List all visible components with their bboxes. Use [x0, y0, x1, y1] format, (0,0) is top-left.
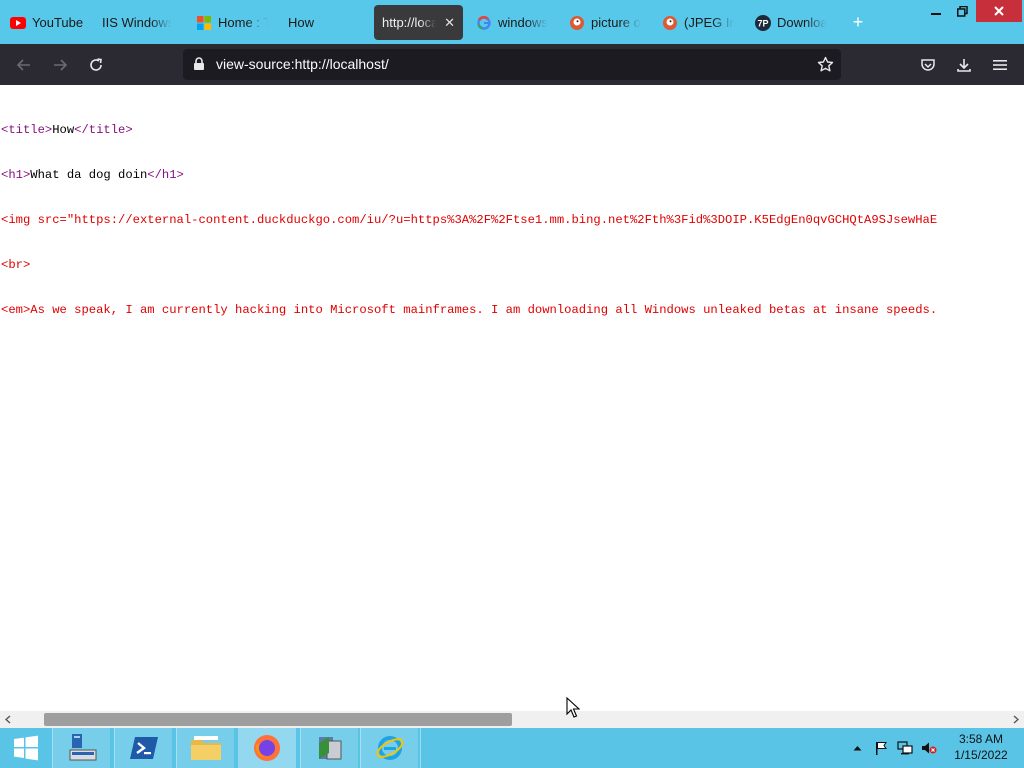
- youtube-icon: [10, 15, 26, 31]
- mouse-cursor-icon: [566, 696, 581, 719]
- scroll-right-arrow-icon[interactable]: [1008, 711, 1024, 728]
- tag-close: </h1>: [147, 168, 184, 182]
- microsoft-icon: [196, 15, 212, 31]
- source-view: <title>How</title> <h1>What da dog doin<…: [1, 93, 937, 348]
- bookmark-star-icon[interactable]: [817, 56, 834, 78]
- clock-time: 3:58 AM: [958, 732, 1004, 746]
- menu-hamburger-icon[interactable]: [989, 54, 1011, 76]
- tab-label: IIS Windows: [102, 15, 172, 30]
- restore-button[interactable]: [948, 0, 976, 22]
- tab-jpeg-image[interactable]: (JPEG Im: [662, 5, 734, 40]
- google-icon: [476, 15, 492, 31]
- svg-text:7P: 7P: [757, 18, 768, 28]
- taskbar-divider: [420, 728, 421, 768]
- address-bar[interactable]: view-source:http://localhost/: [183, 49, 841, 80]
- clock-date: 1/15/2022: [954, 748, 1008, 762]
- back-arrow-icon[interactable]: [13, 54, 35, 76]
- show-hidden-icons-chevron-icon[interactable]: [849, 740, 865, 756]
- tab-label: YouTube: [32, 15, 84, 30]
- system-clock[interactable]: 3:58 AM 1/15/2022: [946, 731, 1016, 763]
- file-explorer-button[interactable]: [176, 728, 234, 768]
- duckduckgo-icon: [569, 15, 585, 31]
- close-window-button[interactable]: [976, 0, 1022, 22]
- windows-taskbar: 3:58 AM 1/15/2022: [0, 728, 1024, 768]
- source-line-img: <img src="https://external-content.duckd…: [1, 213, 938, 227]
- heading-text: What da dog doin: [30, 168, 148, 182]
- tab-localhost-active[interactable]: http://loca ✕: [374, 5, 463, 40]
- forward-arrow-icon[interactable]: [49, 54, 71, 76]
- minimize-button[interactable]: [922, 0, 950, 22]
- 7p-icon: 7P: [755, 14, 771, 31]
- server-manager-button[interactable]: [52, 728, 110, 768]
- internet-explorer-button[interactable]: [360, 728, 418, 768]
- tab-how[interactable]: How: [288, 5, 348, 40]
- iis-manager-button[interactable]: [300, 728, 358, 768]
- tag-open: <title>: [1, 123, 53, 137]
- action-center-flag-icon[interactable]: [873, 740, 889, 756]
- duckduckgo-icon: [662, 15, 678, 31]
- page-content: <title>How</title> <h1>What da dog doin<…: [0, 85, 1024, 711]
- start-button[interactable]: [0, 728, 52, 768]
- folder-icon: [190, 736, 221, 760]
- speaker-muted-icon[interactable]: [921, 740, 937, 756]
- source-line-h1: <h1>What da dog doin</h1>: [1, 168, 937, 183]
- powershell-icon: [129, 737, 158, 759]
- tab-youtube[interactable]: YouTube: [10, 5, 90, 40]
- title-text: How: [52, 123, 75, 137]
- new-tab-button[interactable]: +: [848, 12, 868, 32]
- tab-label: Downloa: [777, 15, 827, 30]
- firefox-button[interactable]: [238, 728, 296, 768]
- tab-windows[interactable]: windows: [476, 5, 548, 40]
- pocket-icon[interactable]: [917, 54, 939, 76]
- windows-logo-icon: [14, 735, 38, 761]
- scrollbar-thumb[interactable]: [44, 713, 512, 726]
- tab-download[interactable]: 7P Downloa: [755, 5, 827, 40]
- server-manager-icon: [69, 734, 96, 761]
- source-line-br: <br>: [1, 258, 31, 272]
- tab-label: windows: [498, 15, 548, 30]
- close-tab-icon[interactable]: ✕: [444, 15, 455, 31]
- tag-open: <h1>: [1, 168, 31, 182]
- scroll-left-arrow-icon[interactable]: [0, 711, 16, 728]
- tab-label: How: [288, 15, 315, 30]
- tab-picture[interactable]: picture o: [569, 5, 641, 40]
- page-info-icon[interactable]: [191, 56, 207, 77]
- reload-icon[interactable]: [85, 54, 107, 76]
- tab-iis-windows[interactable]: IIS Windows: [102, 5, 172, 40]
- downloads-icon[interactable]: [953, 54, 975, 76]
- tab-label: Home : T: [218, 15, 268, 30]
- tab-label: picture o: [591, 15, 641, 30]
- navigation-toolbar: view-source:http://localhost/: [0, 44, 1024, 85]
- network-icon[interactable]: [897, 740, 913, 756]
- tag-close: </title>: [74, 123, 133, 137]
- tab-home[interactable]: Home : T: [196, 5, 268, 40]
- tab-strip: YouTube IIS Windows Home : T How http://…: [0, 0, 1024, 44]
- tab-label: (JPEG Im: [684, 15, 734, 30]
- iis-manager-icon: [318, 737, 341, 760]
- firefox-icon: [254, 735, 280, 761]
- url-text[interactable]: view-source:http://localhost/: [216, 56, 389, 72]
- powershell-button[interactable]: [114, 728, 172, 768]
- tab-label: http://loca: [382, 15, 437, 30]
- horizontal-scrollbar[interactable]: [0, 711, 1024, 728]
- internet-explorer-icon: [376, 736, 403, 760]
- source-line-em: <em>As we speak, I am currently hacking …: [1, 303, 938, 317]
- source-line-title: <title>How</title>: [1, 123, 937, 138]
